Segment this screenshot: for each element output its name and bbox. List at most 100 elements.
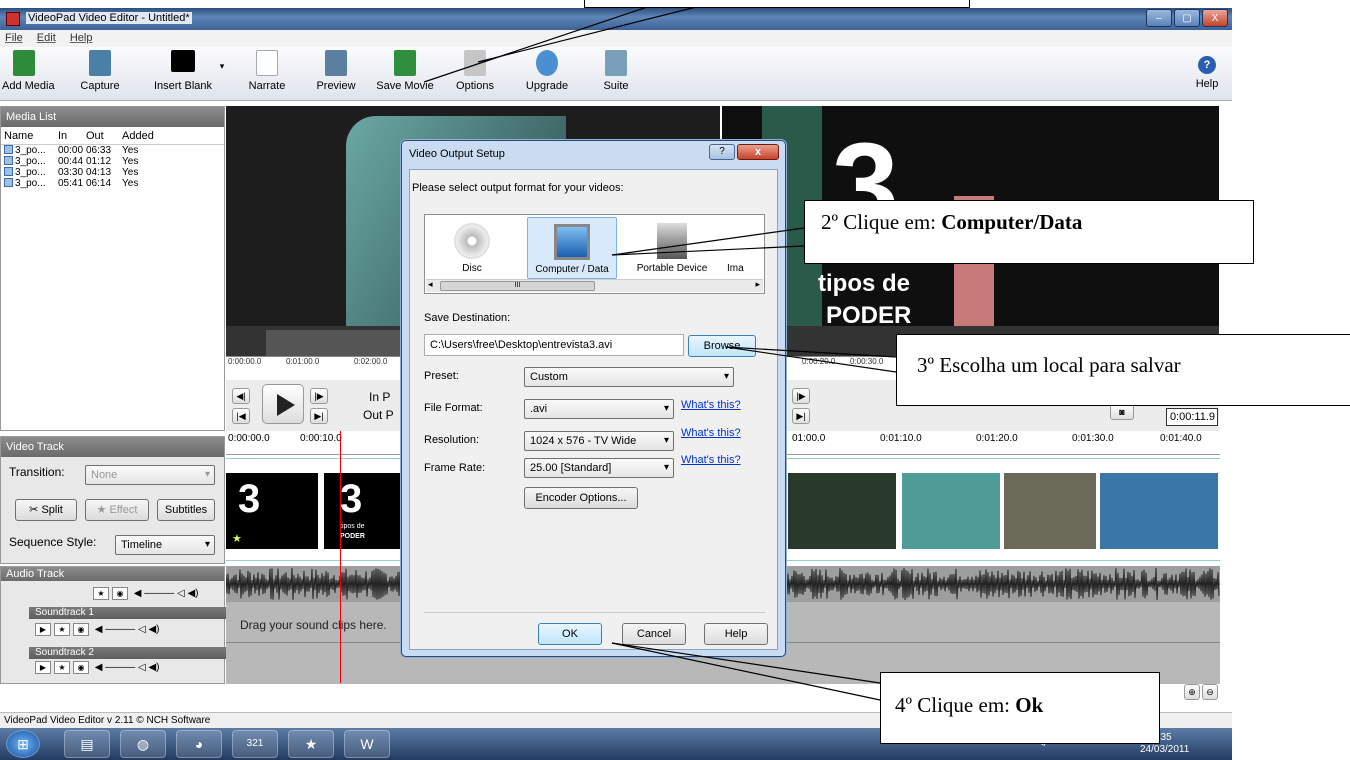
clip-title: 3 [340, 477, 363, 521]
scroll-right-icon[interactable]: ▸ [755, 279, 760, 290]
format-scrollbar[interactable]: ◂ III ▸ [426, 279, 763, 292]
explorer-taskbar-icon[interactable]: ▤ [64, 730, 110, 758]
soundtrack1-controls: ▶ ★ ◉ ◀ ——— ◁ ◀) [35, 623, 160, 636]
video-clip[interactable] [788, 473, 896, 549]
video-clip[interactable] [902, 473, 1000, 549]
zoom-out-icon[interactable]: ⊖ [1202, 684, 1218, 700]
file-format-whats-this-link[interactable]: What's this? [681, 399, 741, 411]
sequence-style-select[interactable]: Timeline [115, 535, 215, 555]
upgrade-button[interactable]: Upgrade [524, 50, 570, 92]
zoom-in-icon[interactable]: ⊕ [1184, 684, 1200, 700]
start-button[interactable]: ⊞ [6, 730, 40, 758]
menu-file[interactable]: File [5, 30, 23, 47]
media-out: 06:14 [86, 178, 112, 189]
capture-icon [89, 50, 111, 76]
go-end-button[interactable]: ▶| [310, 408, 328, 424]
subtitles-button[interactable]: Subtitles [157, 499, 215, 521]
frame-rate-select[interactable]: 25.00 [Standard] [524, 458, 674, 478]
playhead[interactable] [340, 431, 341, 683]
chrome-taskbar-icon[interactable]: ◕ [176, 730, 222, 758]
col-out[interactable]: Out [86, 127, 122, 144]
col-added[interactable]: Added [122, 127, 162, 144]
media-list-item[interactable]: 3_po... 00:44 01:12 Yes [1, 156, 224, 167]
video-clip[interactable]: 3 tipos de PODER [324, 473, 400, 549]
firefox-taskbar-icon[interactable]: ◍ [120, 730, 166, 758]
mute-icon[interactable]: ◉ [73, 661, 89, 674]
step1-callout-box [584, 0, 970, 8]
transition-select[interactable]: None [85, 465, 215, 485]
options-button[interactable]: Options [453, 50, 497, 92]
ruler-tick: 01:00.0 [792, 433, 826, 444]
mute-icon[interactable]: ◉ [73, 623, 89, 636]
word-taskbar-icon[interactable]: W [344, 730, 390, 758]
play-button[interactable] [262, 384, 304, 424]
file-format-label: File Format: [424, 402, 483, 414]
fx-icon[interactable]: ▶ [35, 661, 51, 674]
browse-button[interactable]: Browse [688, 335, 756, 357]
resolution-select[interactable]: 1024 x 576 - TV Wide [524, 431, 674, 451]
save-movie-icon [394, 50, 416, 76]
minimize-button[interactable]: – [1146, 9, 1172, 27]
media-list-item[interactable]: 3_po... 05:41 06:14 Yes [1, 178, 224, 189]
col-in[interactable]: In [58, 127, 86, 144]
effect-star-icon[interactable]: ★ [54, 661, 70, 674]
frame-rate-whats-this-link[interactable]: What's this? [681, 454, 741, 466]
prev-frame-button[interactable]: ◀| [232, 388, 250, 404]
scroll-left-icon[interactable]: ◂ [428, 279, 433, 290]
help-button[interactable]: ? Help [1192, 50, 1222, 90]
scroll-thumb[interactable]: III [440, 281, 595, 291]
ok-button[interactable]: OK [538, 623, 602, 645]
mute-icon[interactable]: ◉ [112, 587, 128, 600]
preset-select[interactable]: Custom [524, 367, 734, 387]
narrate-button[interactable]: Narrate [246, 50, 288, 92]
next-frame-button[interactable]: |▶ [792, 388, 810, 404]
suite-button[interactable]: Suite [598, 50, 634, 92]
next-frame-button[interactable]: |▶ [310, 388, 328, 404]
col-name[interactable]: Name [4, 127, 58, 144]
add-media-button[interactable]: Add Media [2, 50, 55, 92]
split-icon: ✂ [29, 504, 42, 516]
video-clip[interactable]: 3 ★ [226, 473, 318, 549]
dialog-help-button[interactable]: Help [704, 623, 768, 645]
format-computer-data[interactable]: Computer / Data [527, 217, 617, 279]
preview-button[interactable]: Preview [314, 50, 358, 92]
insert-blank-button[interactable]: Insert Blank [152, 50, 214, 92]
videopad-taskbar-icon[interactable]: ★ [288, 730, 334, 758]
close-window-button[interactable]: X [1202, 9, 1228, 27]
go-end-button[interactable]: ▶| [792, 408, 810, 424]
dialog-body: Please select output format for your vid… [409, 169, 778, 650]
split-button[interactable]: ✂ Split [15, 499, 77, 521]
maximize-button[interactable]: ▢ [1174, 9, 1200, 27]
go-start-button[interactable]: |◀ [232, 408, 250, 424]
format-disc[interactable]: Disc [427, 217, 517, 279]
media-list-item[interactable]: 3_po... 03:30 04:13 Yes [1, 167, 224, 178]
insert-blank-dropdown-icon[interactable]: ▾ [217, 61, 227, 72]
video-clip[interactable] [1004, 473, 1096, 549]
format-image[interactable]: Ima [727, 217, 763, 279]
encoder-options-button[interactable]: Encoder Options... [524, 487, 638, 509]
media-list-item[interactable]: 3_po... 00:00 06:33 Yes [1, 145, 224, 156]
capture-button[interactable]: Capture [76, 50, 124, 92]
dialog-close-button[interactable]: x [737, 144, 779, 160]
menu-edit[interactable]: Edit [37, 30, 56, 47]
scroll-grip: III [514, 282, 521, 289]
step2-callout: 2º Clique em: Computer/Data [804, 200, 1254, 264]
menu-help[interactable]: Help [70, 30, 93, 47]
effect-star-icon[interactable]: ★ [54, 623, 70, 636]
format-chooser: Disc Computer / Data Portable Device Ima… [424, 214, 765, 294]
fx-icon[interactable]: ▶ [35, 623, 51, 636]
disc-icon [454, 223, 490, 259]
save-movie-button[interactable]: Save Movie [374, 50, 436, 92]
media-added: Yes [122, 167, 139, 178]
cancel-button[interactable]: Cancel [622, 623, 686, 645]
format-portable-device[interactable]: Portable Device [627, 217, 717, 279]
save-destination-input[interactable]: C:\Users\free\Desktop\entrevista3.avi [424, 334, 684, 356]
video-clip[interactable] [1100, 473, 1218, 549]
dialog-help-icon[interactable]: ? [709, 144, 735, 160]
calendar-taskbar-icon[interactable]: 321 [232, 730, 278, 758]
resolution-whats-this-link[interactable]: What's this? [681, 427, 741, 439]
snapshot-button[interactable]: ◙ [1110, 404, 1134, 420]
effect-button[interactable]: ★ Effect [85, 499, 149, 521]
effect-star-icon[interactable]: ★ [93, 587, 109, 600]
file-format-select[interactable]: .avi [524, 399, 674, 419]
